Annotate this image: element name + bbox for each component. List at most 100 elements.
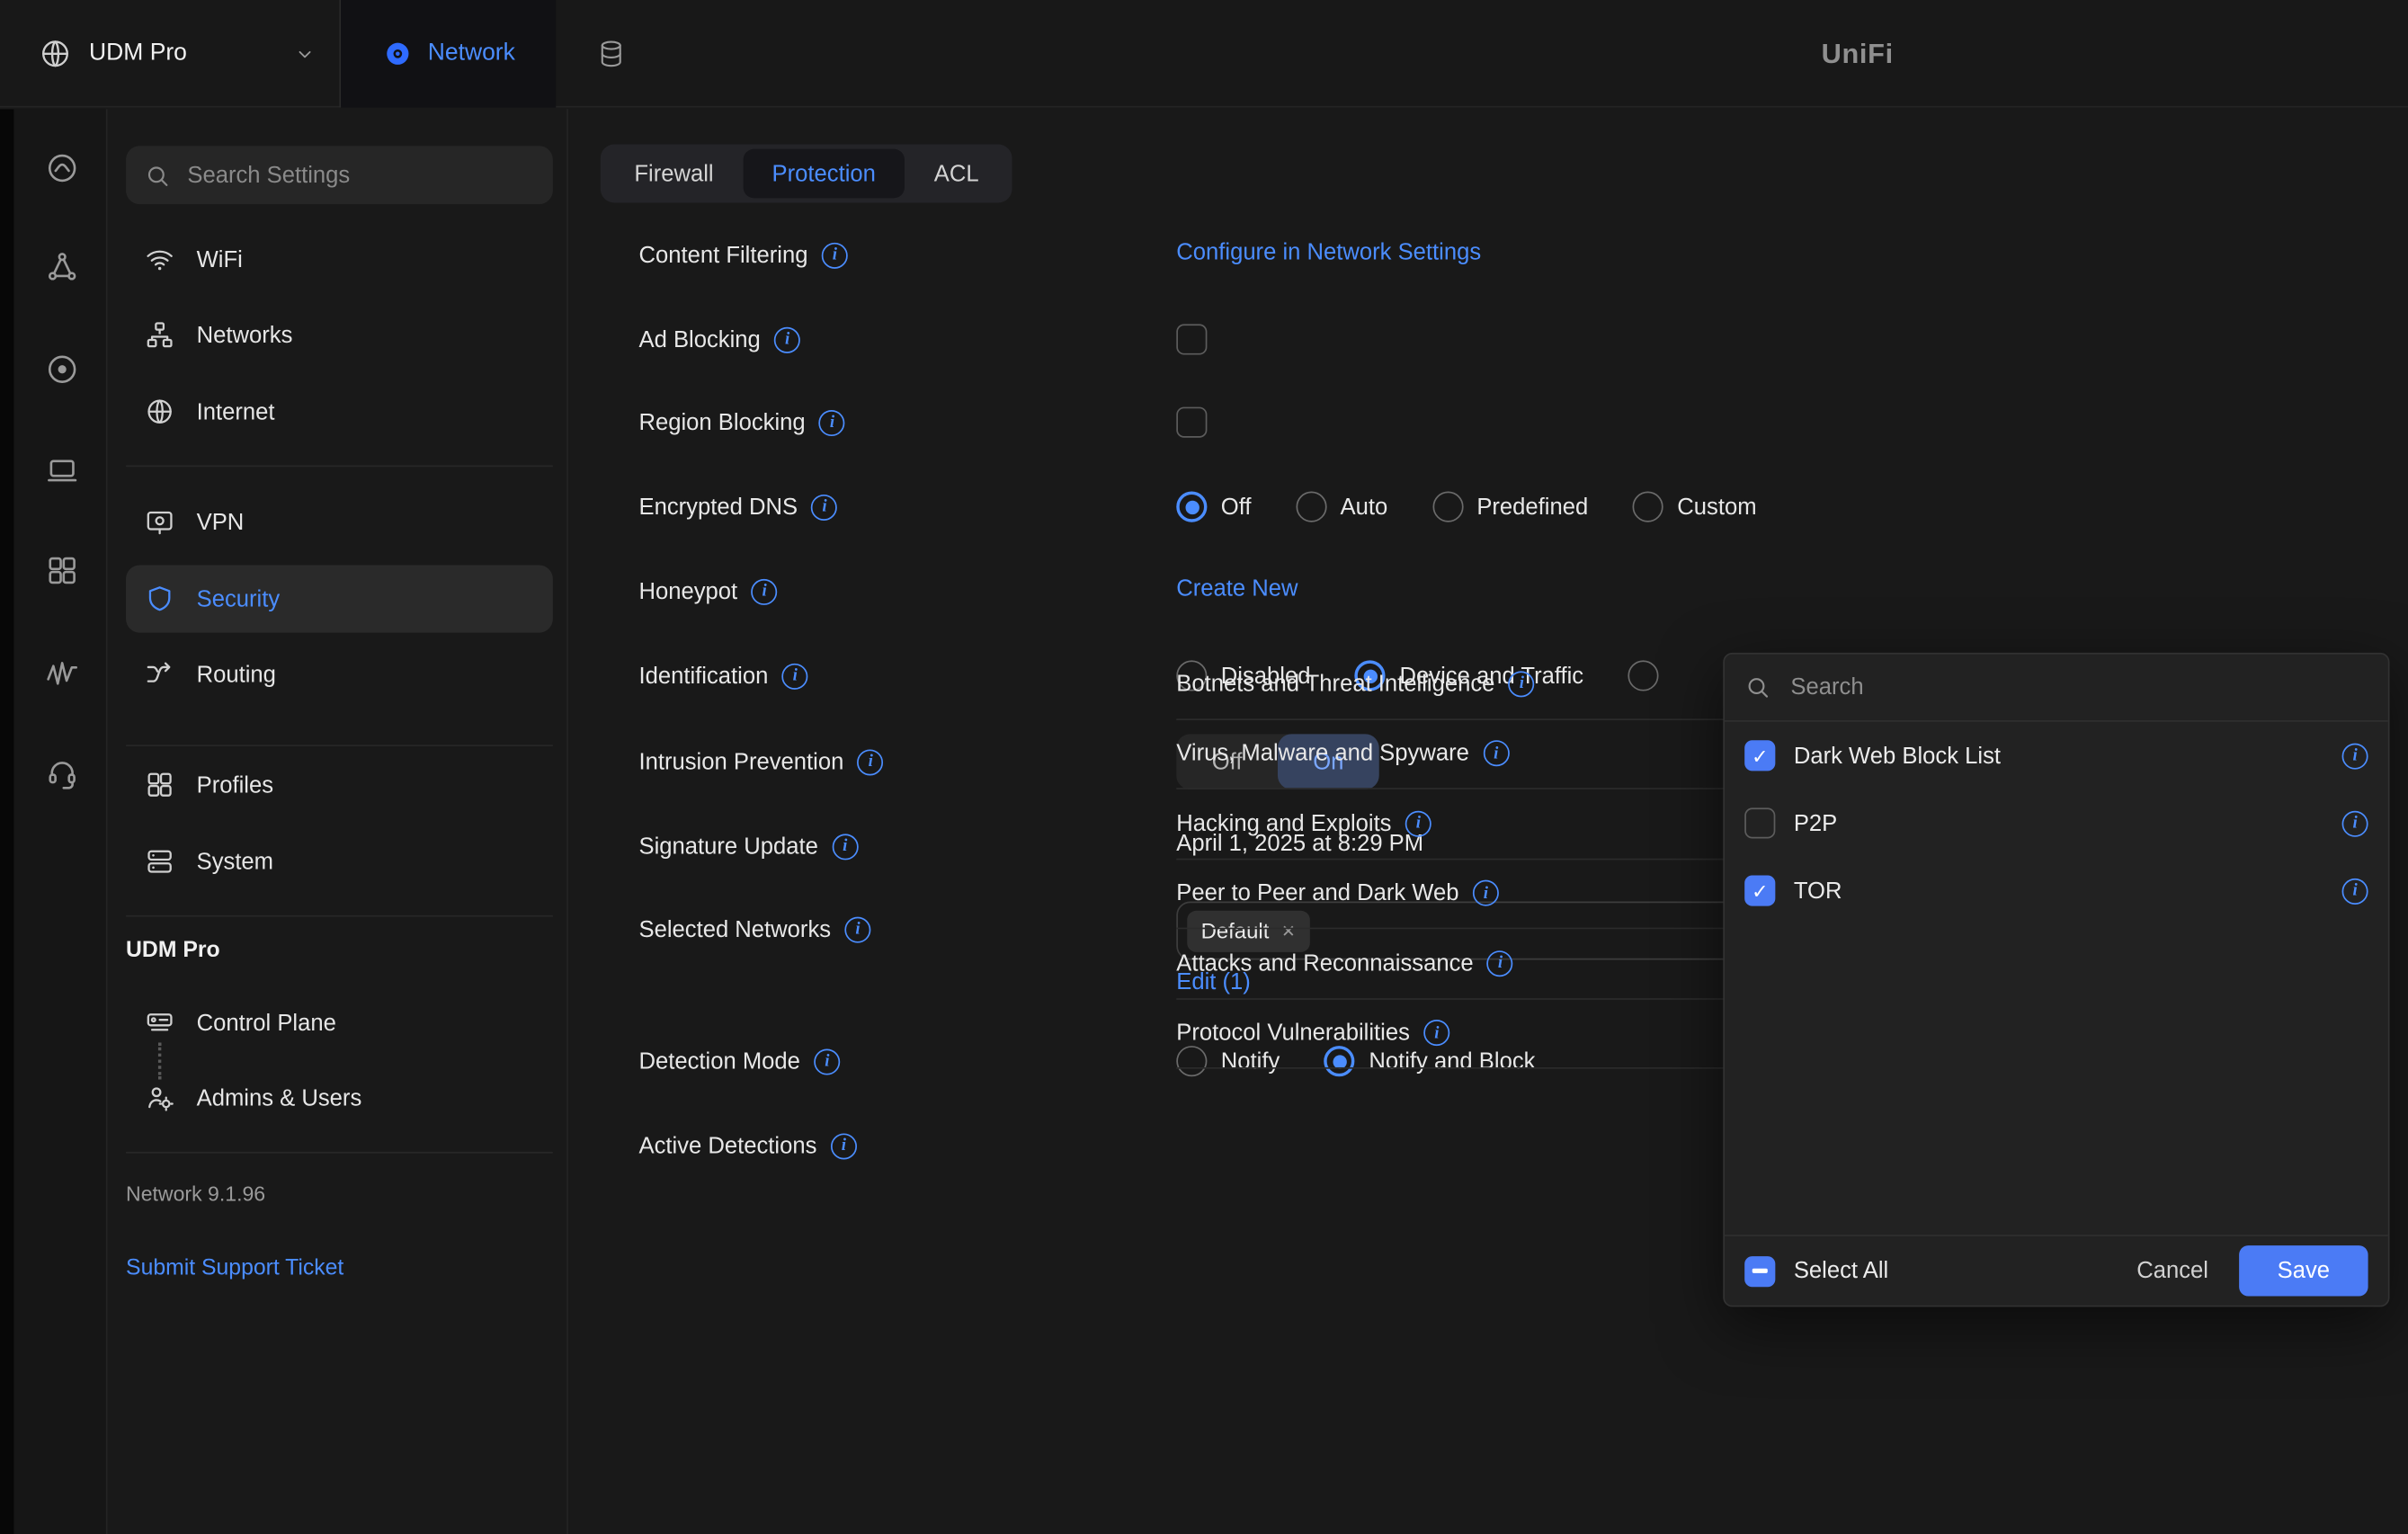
encrypted-dns-option-off[interactable]: Off: [1176, 492, 1251, 522]
list-item-p2p[interactable]: P2P: [1725, 789, 2388, 857]
setting-label-region-blocking: Region Blocking: [638, 404, 845, 441]
control-plane-icon: [145, 1007, 175, 1038]
settings-search[interactable]: [126, 146, 553, 204]
cancel-button[interactable]: Cancel: [2125, 1258, 2221, 1284]
sidebar-item-internet[interactable]: Internet: [126, 378, 553, 445]
tab-acl[interactable]: ACL: [905, 149, 1008, 199]
search-icon: [1744, 674, 1770, 700]
info-icon[interactable]: [1423, 1020, 1449, 1046]
sidebar-item-wifi[interactable]: WiFi: [126, 226, 553, 293]
info-icon[interactable]: [811, 494, 837, 520]
sidebar-item-profiles[interactable]: Profiles: [126, 751, 553, 818]
popup-search[interactable]: [1725, 655, 2388, 722]
unifi-logo: UniFi: [1822, 0, 1894, 108]
app-tab-network[interactable]: Network: [341, 0, 556, 108]
encrypted-dns-option-auto[interactable]: Auto: [1296, 492, 1387, 522]
globe-icon: [145, 397, 175, 427]
encrypted-dns-option-predefined[interactable]: Predefined: [1432, 492, 1588, 522]
radio-icon: [1296, 492, 1326, 522]
top-bar: UDM Pro Network UniFi: [0, 0, 2408, 108]
info-icon[interactable]: [1487, 950, 1513, 977]
database-icon[interactable]: [577, 0, 645, 108]
info-icon[interactable]: [1473, 880, 1499, 906]
sidebar-item-label: Networks: [197, 322, 293, 348]
settings-sidebar: WiFi Networks Internet VPN Security Rout…: [109, 109, 568, 1534]
region-blocking-checkbox[interactable]: [1176, 407, 1207, 438]
encrypted-dns-radio-group: Off Auto Predefined Custom: [1176, 488, 1756, 525]
console-globe-icon: [39, 37, 73, 71]
support-icon[interactable]: [43, 754, 80, 791]
setting-label-identification: Identification: [638, 657, 807, 694]
info-icon[interactable]: [1483, 741, 1509, 767]
devices-icon[interactable]: [43, 451, 80, 488]
tor-checkbox[interactable]: [1744, 876, 1775, 906]
info-icon[interactable]: [2342, 810, 2368, 836]
list-item-dark-web-block-list[interactable]: Dark Web Block List: [1725, 722, 2388, 789]
sidebar-item-label: Admins & Users: [197, 1085, 362, 1111]
sidebar-item-system[interactable]: System: [126, 828, 553, 896]
setting-label-active-detections: Active Detections: [638, 1128, 856, 1164]
divider: [126, 915, 553, 917]
search-settings-input[interactable]: [184, 160, 492, 189]
info-icon[interactable]: [752, 578, 778, 604]
sidebar-item-security[interactable]: Security: [126, 566, 553, 633]
popup-search-input[interactable]: [1788, 673, 2248, 701]
console-name: UDM Pro: [89, 40, 187, 67]
info-icon[interactable]: [814, 1048, 840, 1075]
vpn-icon: [145, 507, 175, 538]
sidebar-item-label: Profiles: [197, 771, 273, 798]
divider: [126, 745, 553, 746]
topology-icon[interactable]: [43, 247, 80, 284]
info-icon[interactable]: [1509, 671, 1535, 697]
sidebar-item-label: System: [197, 849, 273, 875]
sidebar-item-control-plane[interactable]: Control Plane: [126, 989, 553, 1057]
info-icon[interactable]: [831, 1133, 857, 1159]
search-icon: [145, 162, 171, 188]
ad-blocking-checkbox[interactable]: [1176, 324, 1207, 354]
info-icon[interactable]: [832, 834, 858, 860]
dark-web-block-list-checkbox[interactable]: [1744, 740, 1775, 771]
tab-protection[interactable]: Protection: [743, 149, 905, 199]
encrypted-dns-option-custom[interactable]: Custom: [1633, 492, 1757, 522]
setting-label-encrypted-dns: Encrypted DNS: [638, 488, 837, 525]
tab-firewall[interactable]: Firewall: [605, 149, 743, 199]
info-icon[interactable]: [782, 663, 808, 689]
sidebar-item-routing[interactable]: Routing: [126, 640, 553, 708]
sidebar-item-admins-users[interactable]: Admins & Users: [126, 1065, 553, 1132]
info-icon[interactable]: [2342, 743, 2368, 769]
system-icon: [145, 846, 175, 877]
configure-network-settings-link[interactable]: Configure in Network Settings: [1176, 239, 1481, 265]
save-button[interactable]: Save: [2239, 1245, 2368, 1296]
info-icon[interactable]: [844, 916, 870, 942]
wifi-icon: [145, 245, 175, 275]
info-icon[interactable]: [858, 749, 884, 775]
clients-icon[interactable]: [43, 551, 80, 588]
console-switcher[interactable]: UDM Pro: [0, 0, 341, 108]
setting-label-signature-update: Signature Update: [638, 828, 858, 865]
insights-icon[interactable]: [43, 653, 80, 690]
info-icon[interactable]: [774, 326, 800, 352]
select-all-checkbox[interactable]: [1744, 1255, 1775, 1286]
submit-support-ticket-link[interactable]: Submit Support Ticket: [126, 1256, 343, 1280]
select-all-label: Select All: [1794, 1258, 1888, 1284]
p2p-checkbox[interactable]: [1744, 807, 1775, 838]
radio-icon: [1633, 492, 1663, 522]
info-icon[interactable]: [819, 409, 845, 435]
site-overview-icon[interactable]: [43, 149, 80, 186]
network-rail-icon[interactable]: [43, 350, 80, 387]
unifi-network-app: UDM Pro Network UniFi: [0, 0, 2408, 1534]
popup-footer: Select All Cancel Save: [1725, 1235, 2388, 1306]
setting-label-ad-blocking: Ad Blocking: [638, 321, 800, 358]
sidebar-item-label: Internet: [197, 398, 275, 424]
chevron-down-icon: [295, 45, 315, 65]
sidebar-item-networks[interactable]: Networks: [126, 301, 553, 369]
list-item-tor[interactable]: TOR: [1725, 857, 2388, 924]
info-icon[interactable]: [2342, 878, 2368, 904]
security-tabbar: Firewall Protection ACL: [601, 145, 1012, 203]
routing-icon: [145, 659, 175, 690]
setting-label-selected-networks: Selected Networks: [638, 911, 870, 948]
info-icon[interactable]: [1405, 810, 1431, 836]
info-icon[interactable]: [822, 242, 848, 268]
sidebar-item-vpn[interactable]: VPN: [126, 488, 553, 556]
create-new-honeypot-link[interactable]: Create New: [1176, 575, 1298, 602]
